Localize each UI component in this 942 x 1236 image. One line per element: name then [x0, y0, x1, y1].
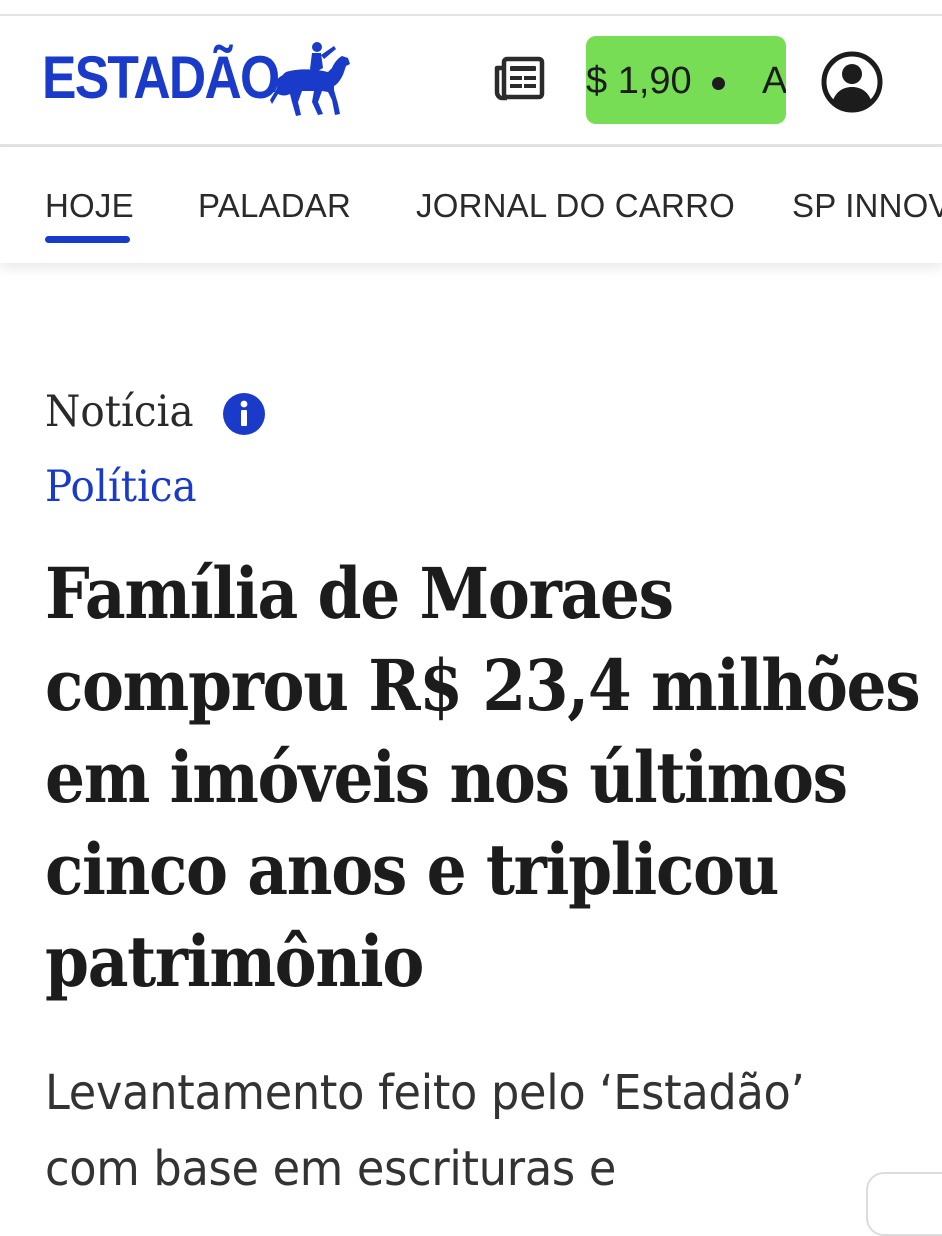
- nav-item-sp-innovation[interactable]: SP INNOV: [792, 187, 942, 225]
- price-label: $ 1,90: [586, 60, 692, 102]
- subscribe-label: A: [762, 60, 786, 102]
- headline-line: comprou R$ 23,4 milhões: [45, 644, 921, 727]
- site-logo[interactable]: ESTADÃO: [42, 48, 280, 108]
- active-tab-indicator: [45, 236, 130, 243]
- subscribe-button[interactable]: $ 1,90 A: [586, 36, 786, 124]
- nav-item-paladar[interactable]: PALADAR: [198, 187, 351, 225]
- subhead-line: com base em escrituras e: [45, 1141, 617, 1197]
- headline-line: Família de Moraes: [45, 552, 674, 635]
- nav-item-hoje[interactable]: HOJE: [45, 187, 134, 225]
- article-type-label: Notícia: [45, 387, 194, 437]
- article-headline: Família de Moraes comprou R$ 23,4 milhõe…: [45, 548, 921, 1008]
- headline-line: cinco anos e triplicou: [45, 828, 779, 911]
- headline-line: em imóveis nos últimos: [45, 736, 848, 819]
- separator-dot: [712, 77, 725, 90]
- floating-widget[interactable]: [866, 1172, 942, 1236]
- section-nav: HOJE PALADAR JORNAL DO CARRO SP INNOV: [0, 147, 942, 263]
- subhead-line: Levantamento feito pelo ‘Estadão’: [45, 1065, 805, 1121]
- user-icon[interactable]: [820, 50, 884, 114]
- newspaper-icon[interactable]: [493, 56, 545, 102]
- horse-rider-icon: [270, 42, 350, 116]
- section-link[interactable]: Política: [45, 462, 197, 512]
- nav-item-jornal-do-carro[interactable]: JORNAL DO CARRO: [416, 187, 735, 225]
- headline-line: patrimônio: [45, 920, 424, 1003]
- info-icon[interactable]: [222, 392, 266, 436]
- article-subheadline: Levantamento feito pelo ‘Estadão’ com ba…: [45, 1055, 882, 1207]
